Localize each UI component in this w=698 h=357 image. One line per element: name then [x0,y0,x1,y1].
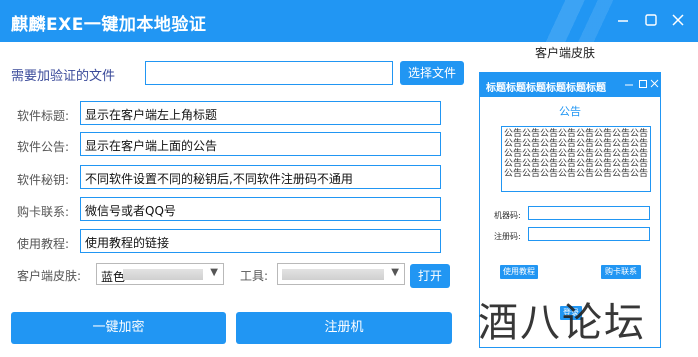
file-path-input[interactable] [145,61,393,85]
software-announcement-input[interactable]: 显示在客户端上面的公告 [80,132,441,156]
preview-machine-code-input [528,206,650,220]
preview-title-bar: 标题标题标题标题标题标题 [480,73,660,97]
buy-contact-input[interactable]: 微信号或者QQ号 [80,197,441,221]
minimize-icon[interactable] [614,11,632,29]
software-title-input[interactable]: 显示在客户端左上角标题 [80,101,441,125]
window-title: 麒麟EXE一键加本地验证 [11,15,207,35]
open-button[interactable]: 打开 [410,264,450,288]
preview-machine-code-label: 机器码: [494,211,521,220]
software-title-label: 软件标题: [17,109,70,123]
skin-select-value: 蓝色 [101,270,126,284]
encrypt-button[interactable]: 一键加密 [11,312,226,344]
tutorial-label: 使用教程: [17,237,70,251]
preview-minimize-icon [624,78,634,93]
preview-buy-button: 购卡联系 [601,265,641,279]
file-label: 需要加验证的文件 [11,69,116,84]
preview-close-icon [650,78,660,93]
skin-preview-label: 客户端皮肤 [534,46,595,60]
watermark: 酒八论坛 [478,300,646,346]
skin-label: 客户端皮肤: [17,269,82,283]
tools-select[interactable]: ▼ [277,263,405,285]
chevron-down-icon: ▼ [210,267,218,278]
software-key-label: 软件秘钥: [17,173,70,187]
preview-announcement-title: 公告 [559,105,581,118]
tutorial-input[interactable]: 使用教程的链接 [80,229,441,253]
software-key-input[interactable]: 不同软件设置不同的秘钥后,不同软件注册码不通用 [80,165,441,189]
software-announcement-label: 软件公告: [17,140,70,154]
preview-tutorial-button: 使用教程 [500,265,538,279]
preview-announcement-text: 公告公告公告公告公告公告公告公告公告公告公告公告公告公告公告公告公告公告公告公告… [501,126,651,192]
skin-select-highlight [123,269,203,280]
register-button[interactable]: 注册机 [236,312,452,344]
preview-reg-code-label: 注册码: [494,232,521,241]
skin-select[interactable]: 蓝色 ▼ [96,263,224,285]
buy-contact-label: 购卡联系: [17,205,70,219]
maximize-icon[interactable] [642,11,660,29]
choose-file-button[interactable]: 选择文件 [400,61,464,85]
close-icon[interactable] [669,11,687,29]
preview-title: 标题标题标题标题标题标题 [486,83,606,94]
preview-reg-code-input [528,227,650,241]
chevron-down-icon: ▼ [391,267,399,278]
tools-label: 工具: [240,269,269,283]
preview-maximize-icon [638,78,648,93]
tools-select-highlight [282,269,384,280]
title-bar: 麒麟EXE一键加本地验证 [0,0,698,42]
